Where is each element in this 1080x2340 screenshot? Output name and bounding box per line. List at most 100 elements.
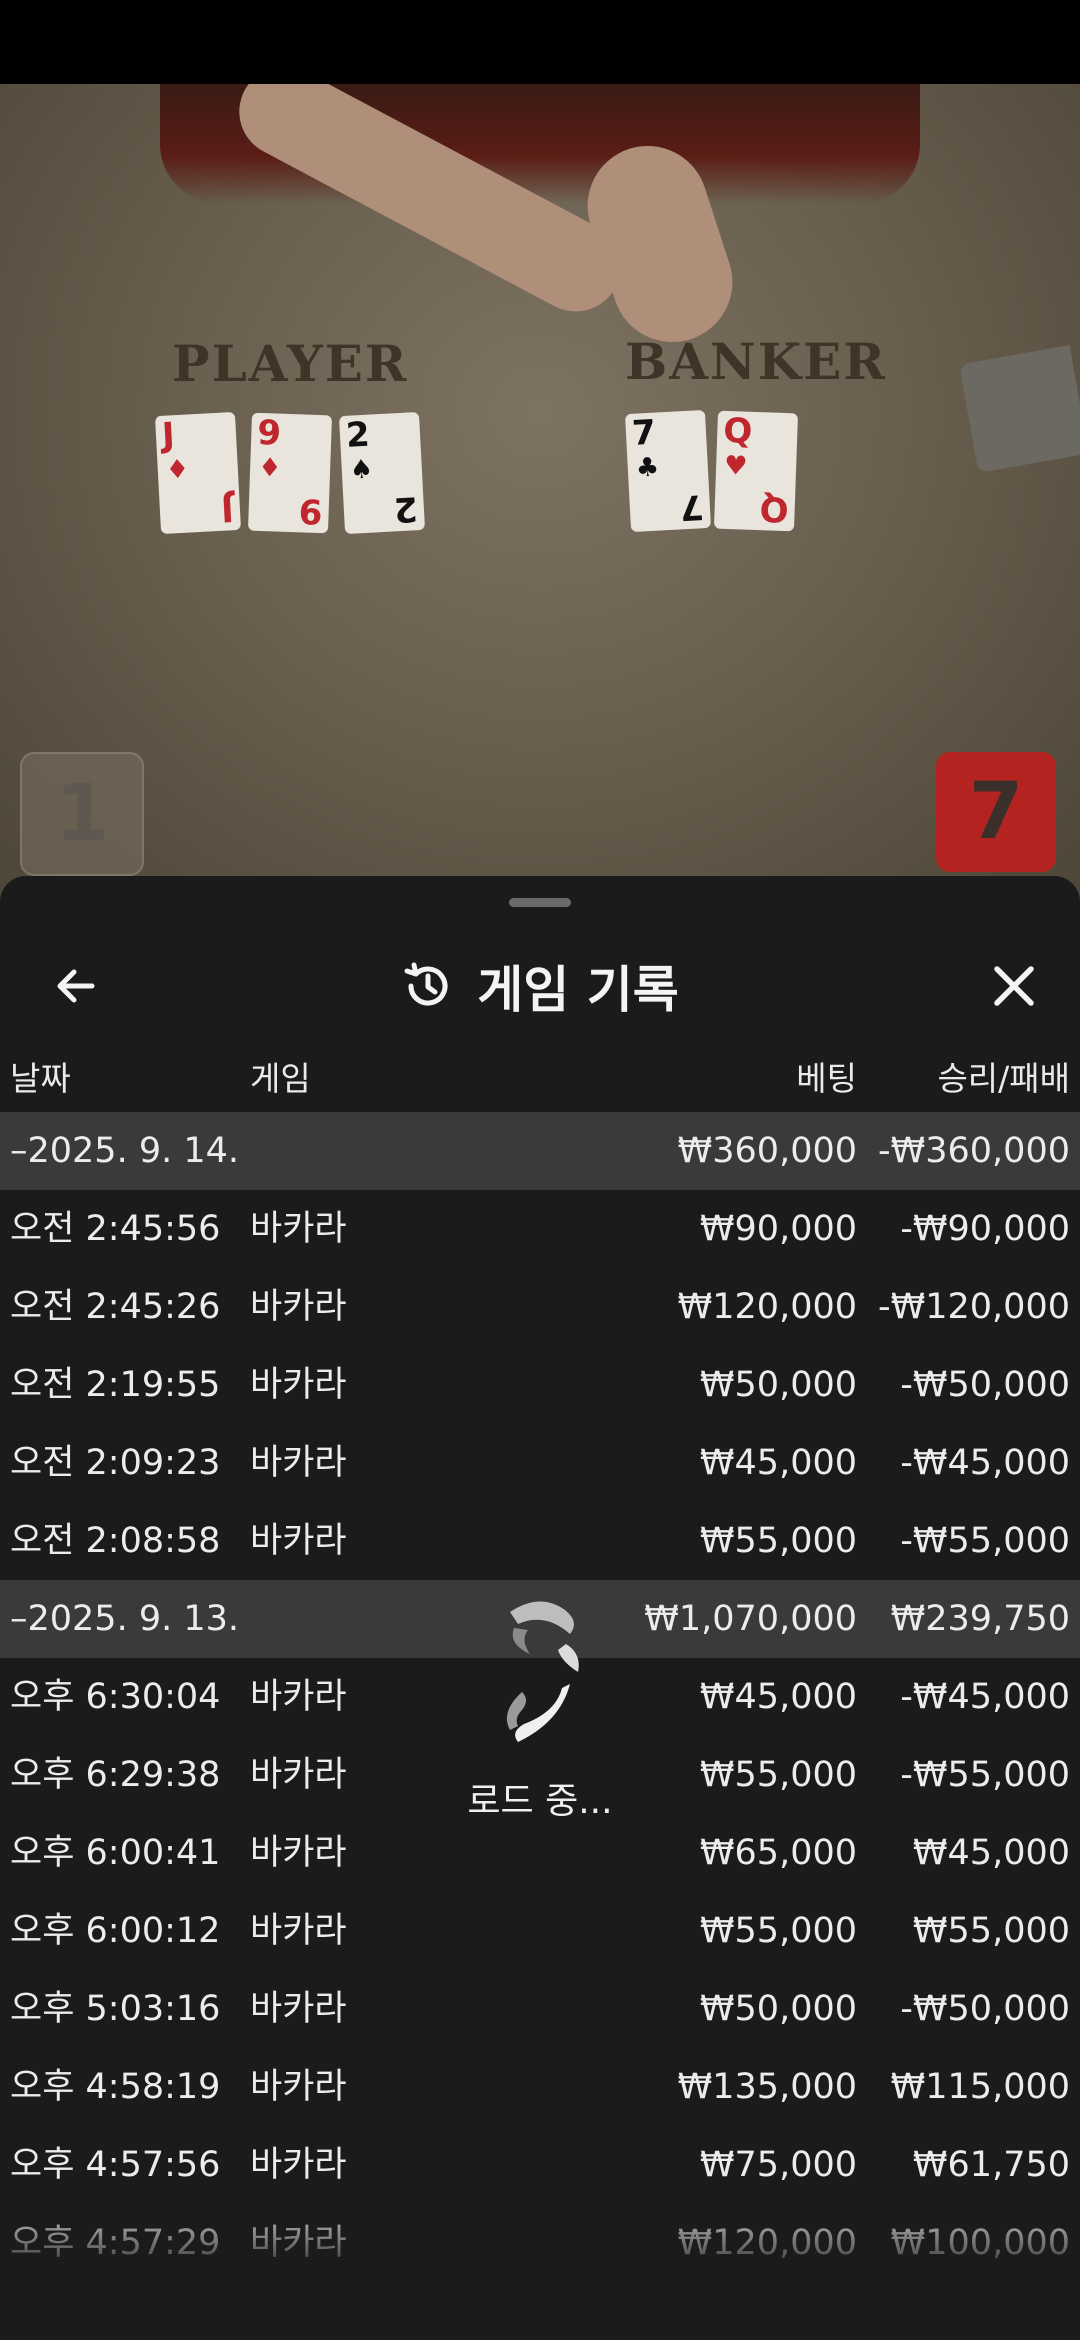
row-game: 바카라 xyxy=(250,2067,347,2107)
row-result: -₩90,000 xyxy=(900,1209,1070,1249)
row-bet: ₩50,000 xyxy=(699,1989,857,2029)
live-video-feed: PLAYER BANKER J ♦ J 9 ♦ 9 2 ♠ 2 7 ♣ 7 Q ♥ Q 1 7 xyxy=(0,84,1080,904)
row-date: 오후 6:30:04 xyxy=(10,1677,221,1717)
row-date: 오후 4:57:56 xyxy=(10,2145,221,2185)
playing-card: J ♦ J xyxy=(154,411,242,535)
row-date: 오후 4:57:29 xyxy=(10,2223,221,2263)
card-suit-icon: ♣ xyxy=(635,452,660,484)
row-date: 오후 5:03:16 xyxy=(10,1989,221,2029)
row-result: -₩120,000 xyxy=(878,1287,1070,1327)
row-result: ₩55,000 xyxy=(912,1911,1070,1951)
table-row[interactable]: 오전 2:19:55 바카라 ₩50,000 -₩50,000 xyxy=(0,1346,1080,1424)
row-game: 바카라 xyxy=(250,1677,347,1717)
row-result: -₩55,000 xyxy=(900,1755,1070,1795)
card-rank-inverted: 7 xyxy=(679,486,705,528)
row-bet: ₩45,000 xyxy=(699,1443,857,1483)
history-icon xyxy=(404,962,448,1006)
column-header-result[interactable]: 승리/패배 xyxy=(937,1052,1070,1100)
row-game: 바카라 xyxy=(250,1443,347,1483)
card-rank-inverted: J xyxy=(220,488,235,529)
row-game: 바카라 xyxy=(250,1911,347,1951)
table-row[interactable]: 오후 6:00:12 바카라 ₩55,000 ₩55,000 xyxy=(0,1892,1080,1970)
row-result: ₩115,000 xyxy=(890,2067,1070,2107)
card-suit-icon: ♠ xyxy=(349,454,374,486)
column-header-game[interactable]: 게임 xyxy=(250,1052,311,1100)
row-bet: ₩120,000 xyxy=(677,2223,857,2263)
row-bet: ₩1,070,000 xyxy=(644,1599,857,1639)
row-bet: ₩55,000 xyxy=(699,1521,857,1561)
row-date: 오후 6:29:38 xyxy=(10,1755,221,1795)
row-bet: ₩55,000 xyxy=(699,1911,857,1951)
table-row[interactable]: 오전 2:45:26 바카라 ₩120,000 -₩120,000 xyxy=(0,1268,1080,1346)
sheet-header: 게임 기록 xyxy=(0,936,1080,1036)
row-result: ₩100,000 xyxy=(890,2223,1070,2263)
banker-score-badge: 7 xyxy=(936,752,1056,872)
row-bet: ₩90,000 xyxy=(699,1209,857,1249)
game-history-sheet: 게임 기록 날짜 게임 베팅 승리/패배 –2025. 9. 14. ₩360,0… xyxy=(0,876,1080,2340)
row-date: 오전 2:08:58 xyxy=(10,1521,221,1561)
row-bet: ₩50,000 xyxy=(699,1365,857,1405)
row-date: 오전 2:45:26 xyxy=(10,1287,221,1327)
row-bet: ₩360,000 xyxy=(677,1131,857,1171)
row-game: 바카라 xyxy=(250,2145,347,2185)
title-group: 게임 기록 xyxy=(0,936,1080,1036)
playing-card: 2 ♠ 2 xyxy=(338,411,426,535)
loading-indicator: 로드 중... xyxy=(467,1592,613,1852)
column-header-bet[interactable]: 베팅 xyxy=(796,1052,857,1100)
banker-label: BANKER xyxy=(625,332,887,391)
card-rank: 9 xyxy=(256,412,282,454)
row-game: 바카라 xyxy=(250,2223,347,2263)
card-shoe xyxy=(959,345,1080,473)
row-game: 바카라 xyxy=(250,1755,347,1795)
card-rank-inverted: 2 xyxy=(393,488,419,530)
table-row[interactable]: 오후 4:58:19 바카라 ₩135,000 ₩115,000 xyxy=(0,2048,1080,2126)
row-result: -₩55,000 xyxy=(900,1521,1070,1561)
row-bet: ₩135,000 xyxy=(677,2067,857,2107)
row-date: –2025. 9. 13. xyxy=(10,1599,240,1639)
table-row[interactable]: 오후 5:03:16 바카라 ₩50,000 -₩50,000 xyxy=(0,1970,1080,2048)
column-header-date[interactable]: 날짜 xyxy=(10,1052,71,1100)
table-row[interactable]: 오전 2:09:23 바카라 ₩45,000 -₩45,000 xyxy=(0,1424,1080,1502)
row-result: -₩360,000 xyxy=(878,1131,1070,1171)
table-row[interactable]: 오후 4:57:56 바카라 ₩75,000 ₩61,750 xyxy=(0,2126,1080,2204)
row-result: -₩50,000 xyxy=(900,1365,1070,1405)
drag-handle[interactable] xyxy=(509,898,571,907)
table-row[interactable]: 오전 2:08:58 바카라 ₩55,000 -₩55,000 xyxy=(0,1502,1080,1580)
row-date: 오전 2:09:23 xyxy=(10,1443,221,1483)
page-title: 게임 기록 xyxy=(477,961,679,1019)
card-rank: 7 xyxy=(630,412,657,454)
playing-card: Q ♥ Q xyxy=(713,410,799,532)
card-rank: 2 xyxy=(344,414,371,456)
table-row[interactable]: 오후 4:57:29 바카라 ₩120,000 ₩100,000 xyxy=(0,2204,1080,2282)
card-suit-icon: ♥ xyxy=(723,450,748,482)
row-bet: ₩45,000 xyxy=(699,1677,857,1717)
row-bet: ₩75,000 xyxy=(699,2145,857,2185)
card-suit-icon: ♦ xyxy=(257,452,282,484)
card-rank: Q xyxy=(722,410,753,452)
row-result: ₩61,750 xyxy=(912,2145,1070,2185)
row-game: 바카라 xyxy=(250,1833,347,1873)
row-date: 오전 2:45:56 xyxy=(10,1209,221,1249)
row-game: 바카라 xyxy=(250,1287,347,1327)
row-result: -₩45,000 xyxy=(900,1443,1070,1483)
player-score-badge: 1 xyxy=(20,752,144,876)
row-date: 오후 6:00:41 xyxy=(10,1833,221,1873)
card-rank-inverted: Q xyxy=(759,488,790,530)
row-bet: ₩120,000 xyxy=(677,1287,857,1327)
player-label: PLAYER xyxy=(172,334,409,393)
row-result: ₩45,000 xyxy=(912,1833,1070,1873)
row-bet: ₩55,000 xyxy=(699,1755,857,1795)
date-group-row[interactable]: –2025. 9. 14. ₩360,000 -₩360,000 xyxy=(0,1112,1080,1190)
status-bar xyxy=(0,0,1080,84)
row-game: 바카라 xyxy=(250,1521,347,1561)
row-date: 오후 4:58:19 xyxy=(10,2067,221,2107)
playing-card: 9 ♦ 9 xyxy=(247,412,333,534)
row-date: 오후 6:00:12 xyxy=(10,1911,221,1951)
row-bet: ₩65,000 xyxy=(699,1833,857,1873)
close-icon xyxy=(994,966,1034,1006)
row-result: -₩50,000 xyxy=(900,1989,1070,2029)
row-date: 오전 2:19:55 xyxy=(10,1365,221,1405)
table-row[interactable]: 오전 2:45:56 바카라 ₩90,000 -₩90,000 xyxy=(0,1190,1080,1268)
card-suit-icon: ♦ xyxy=(165,454,190,486)
close-button[interactable] xyxy=(978,950,1050,1022)
